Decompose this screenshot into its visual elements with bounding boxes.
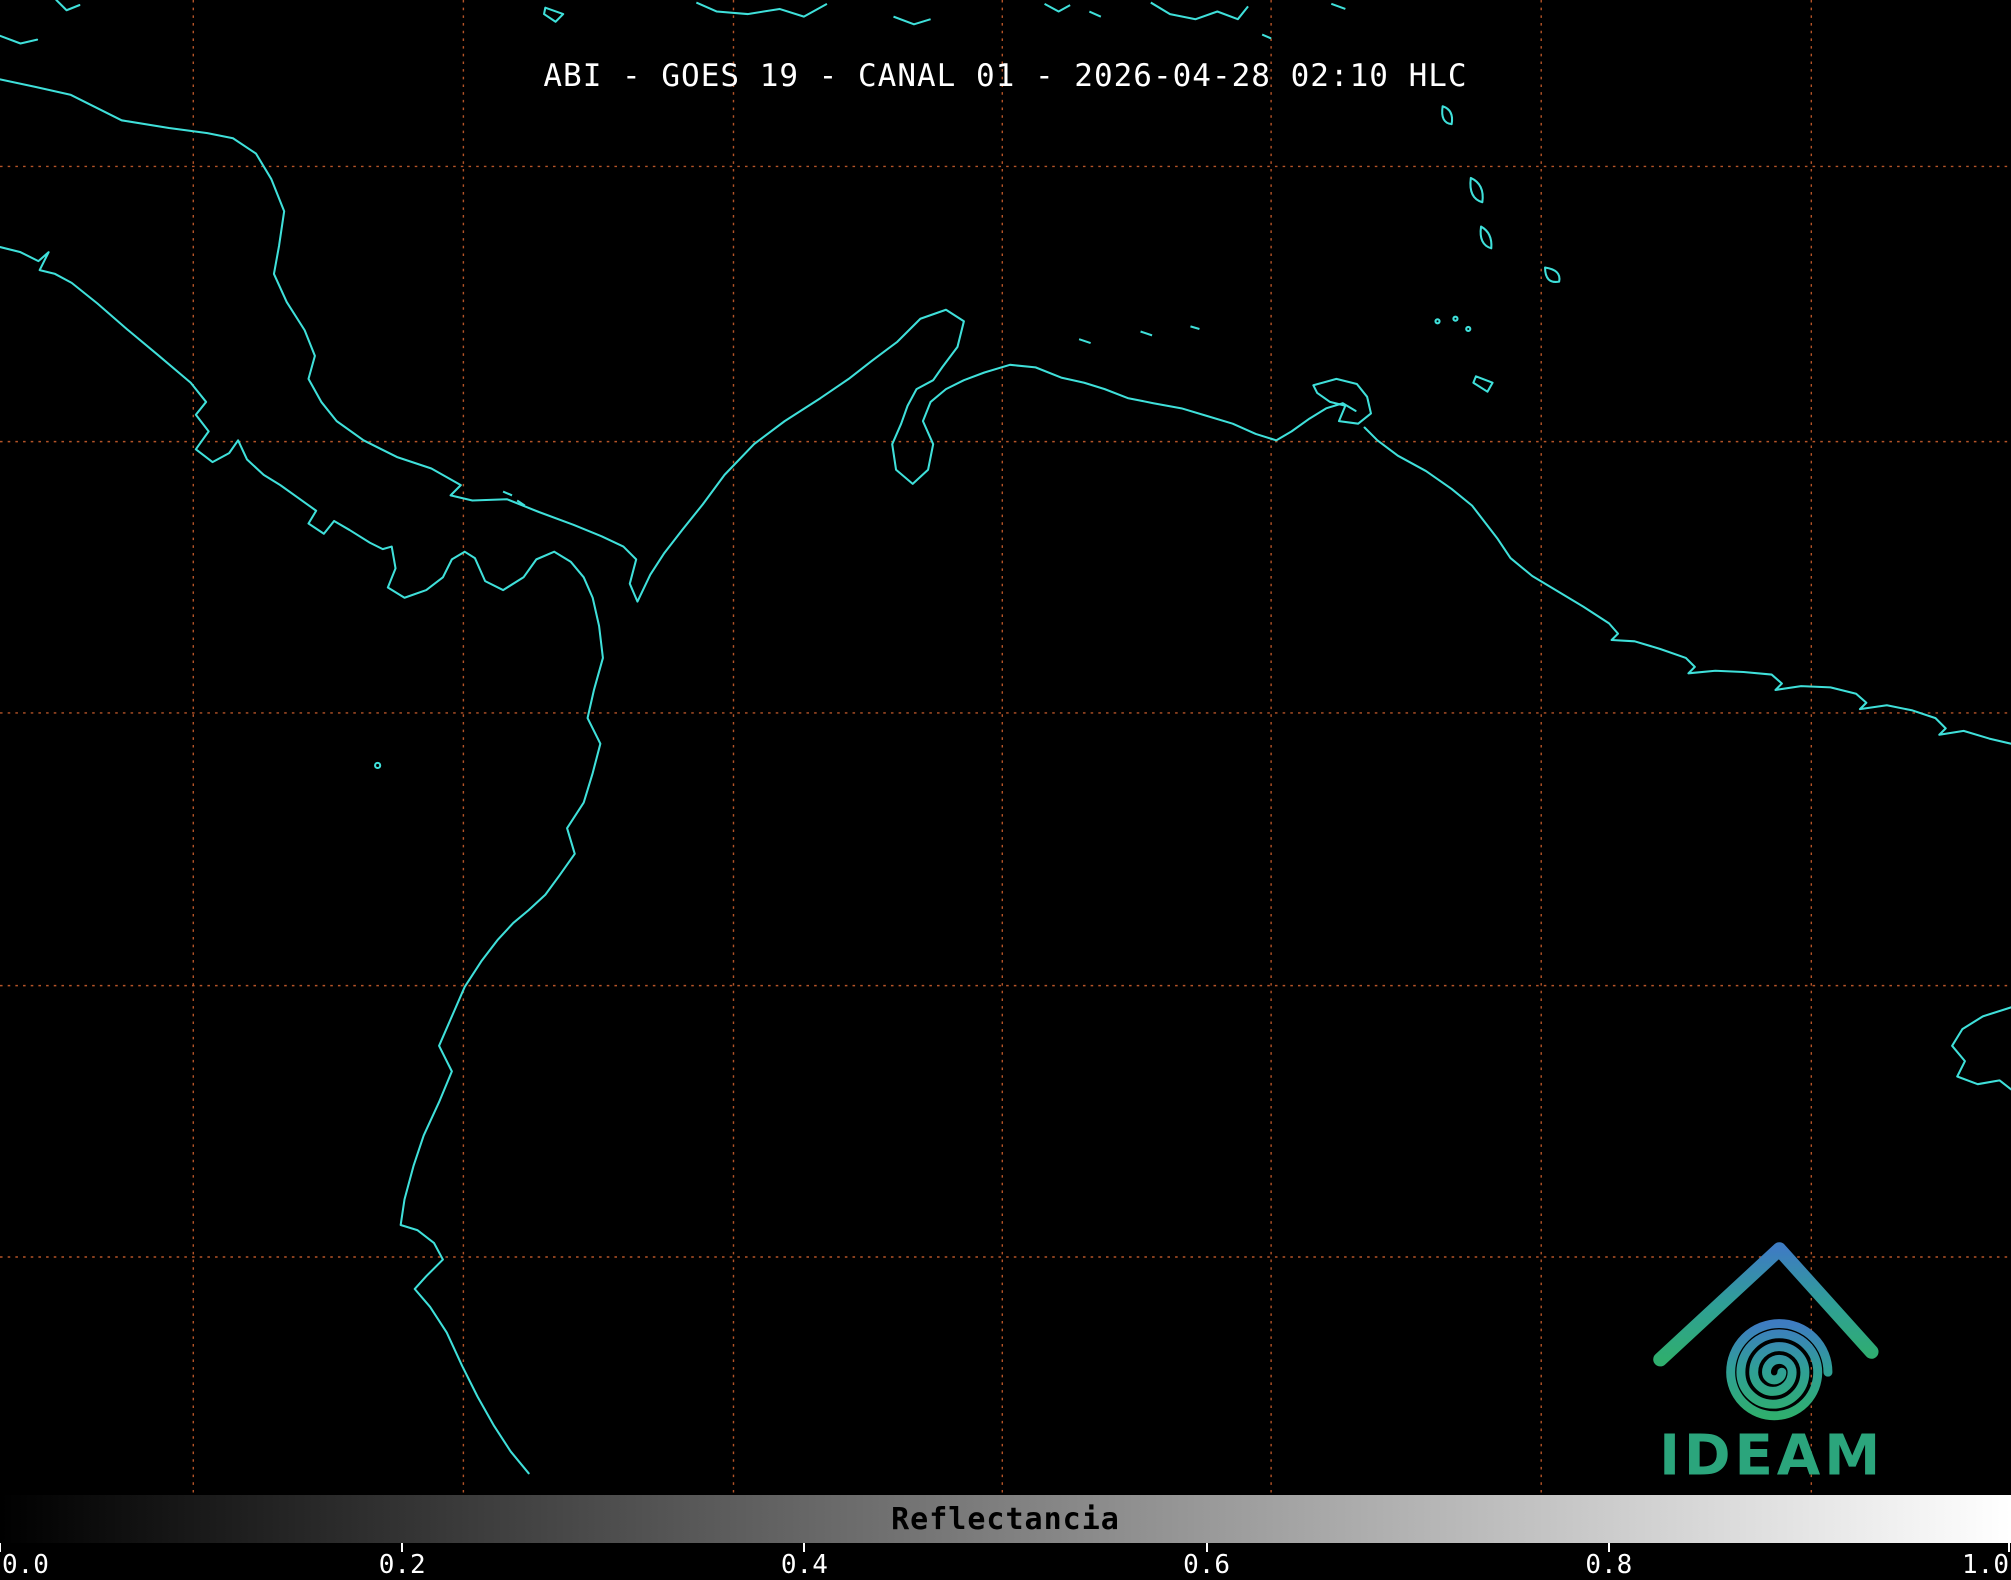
island-top-a — [543, 6, 565, 23]
island-antilles-2 — [1469, 176, 1484, 204]
ideam-logo: IDEAM — [1653, 1242, 1884, 1489]
island-top-f — [1150, 1, 1249, 21]
island-antilles-3 — [1479, 225, 1493, 250]
satellite-map: IDEAM — [0, 0, 2011, 1496]
island-abc-1 — [1078, 338, 1091, 345]
island-top-e — [1088, 10, 1102, 18]
grid-lines — [0, 0, 2011, 1496]
coastline-top-left — [0, 34, 39, 45]
coastline-bottom-right — [1951, 1006, 2011, 1091]
island-pearl-1 — [502, 490, 513, 497]
island-antilles-6 — [1465, 325, 1472, 333]
island-top-b — [695, 1, 828, 18]
island-san-andres — [374, 761, 382, 770]
colorbar-label: Reflectancia — [891, 1501, 1120, 1537]
island-antilles-5 — [1452, 315, 1459, 322]
island-trinidad — [1312, 377, 1372, 425]
image-title: ABI - GOES 19 - CANAL 01 - 2026-04-28 02… — [543, 58, 1468, 94]
tick-mark — [0, 1543, 1, 1552]
colorbar: Reflectancia 0.0 0.2 0.4 0.6 0.8 1.0 — [0, 1495, 2011, 1580]
coastline-pacific — [0, 246, 604, 1475]
tick-label: 1.0 — [1962, 1550, 2009, 1580]
island-abc-2 — [1140, 330, 1153, 337]
tick-label: 0.8 — [1585, 1550, 1633, 1580]
logo-mountain-icon — [1653, 1242, 1879, 1367]
colorbar-gradient: Reflectancia — [0, 1495, 2011, 1543]
coastline-layer — [0, 0, 2011, 1475]
island-top-h — [1330, 2, 1346, 10]
coastline-caribbean — [0, 78, 1357, 603]
tick-label: 0.0 — [2, 1550, 49, 1580]
tick-label: 0.2 — [378, 1550, 426, 1580]
island-antilles-4 — [1544, 266, 1561, 283]
tick-label: 0.6 — [1183, 1550, 1231, 1580]
island-top-d — [1044, 2, 1071, 13]
logo-hurricane-spiral-icon — [1726, 1319, 1833, 1421]
satellite-image-viewer: IDEAM ABI - GOES 19 - CANAL 01 - 2026-04… — [0, 0, 2011, 1580]
island-tobago — [1472, 375, 1494, 393]
island-antilles-1 — [1441, 105, 1454, 126]
island-top-g — [1261, 33, 1272, 40]
island-top-c — [893, 15, 931, 26]
colorbar-axis: 0.0 0.2 0.4 0.6 0.8 1.0 — [0, 1543, 2011, 1580]
tick-label: 0.4 — [780, 1550, 828, 1580]
island-antilles-7 — [1434, 318, 1441, 325]
coastline-top-edge-a — [55, 0, 81, 12]
logo-text: IDEAM — [1659, 1424, 1884, 1489]
island-abc-3 — [1190, 325, 1200, 330]
coastline-guyana — [1363, 426, 2011, 745]
